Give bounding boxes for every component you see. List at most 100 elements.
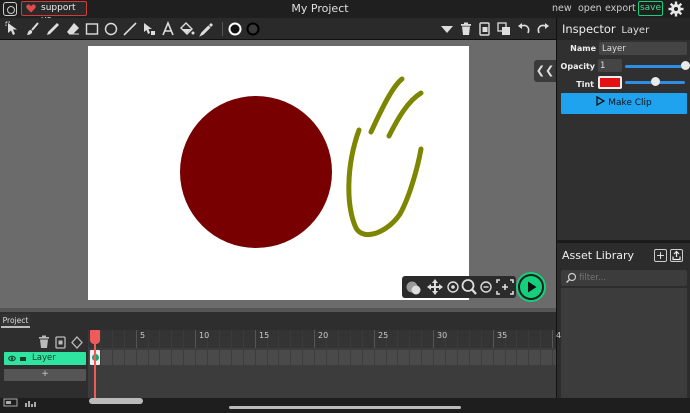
copy-icon[interactable]: [477, 21, 493, 37]
project-title[interactable]: My Project: [250, 2, 390, 15]
frame-cell-divider: [148, 350, 149, 365]
open-button[interactable]: open: [578, 3, 602, 14]
collapse-panel-button[interactable]: ❮❮: [534, 60, 556, 82]
frame-cell-divider: [207, 350, 208, 365]
tab-project[interactable]: Project: [1, 314, 30, 328]
new-button[interactable]: new: [552, 3, 572, 14]
opacity-slider-handle[interactable]: [680, 61, 690, 70]
logo-icon[interactable]: [3, 2, 17, 16]
frame-cell-divider: [552, 330, 553, 348]
toolbar-divider: [222, 22, 223, 36]
frame-cell-divider: [88, 350, 89, 365]
red-circle-shape[interactable]: [180, 96, 332, 248]
center-view-icon[interactable]: [447, 281, 459, 293]
onion-skin-icon[interactable]: [406, 281, 421, 295]
zoom-in-icon[interactable]: [461, 279, 477, 295]
pan-icon[interactable]: [427, 279, 443, 295]
add-layer-button[interactable]: +: [4, 369, 86, 381]
play-button[interactable]: [516, 272, 546, 302]
eye-icon[interactable]: [8, 355, 17, 362]
name-label: Name: [570, 44, 596, 53]
playhead[interactable]: [90, 330, 100, 398]
brush-icon[interactable]: [25, 21, 41, 37]
frame-grid[interactable]: 5 10 15 20 25 30 35 4: [88, 330, 561, 398]
frame-number: 30: [437, 331, 448, 340]
frame-ruler[interactable]: 5 10 15 20 25 30 35 4: [88, 330, 561, 348]
layer-item[interactable]: Layer: [4, 352, 86, 365]
save-button[interactable]: save: [638, 1, 663, 16]
fill-bucket-icon[interactable]: [179, 21, 195, 37]
frame-cell-divider: [124, 350, 125, 365]
frame-cell-divider: [516, 350, 517, 365]
line-icon[interactable]: [122, 21, 138, 37]
frame-cell-divider: [278, 350, 279, 365]
frame-cell-divider: [88, 330, 89, 348]
trash-icon[interactable]: [458, 21, 474, 37]
eraser-icon[interactable]: [65, 21, 81, 37]
import-asset-button[interactable]: [670, 249, 683, 262]
search-icon: [566, 272, 577, 283]
filter-input[interactable]: [579, 272, 679, 284]
tint-label: Tint: [576, 80, 594, 89]
green-stroke-shape[interactable]: [346, 76, 424, 237]
add-asset-button[interactable]: +: [654, 249, 667, 262]
frame-cell-divider: [433, 330, 434, 348]
asset-library-panel: Asset Library +: [556, 240, 690, 398]
name-field[interactable]: [599, 42, 687, 55]
frame-cell-divider: [338, 350, 339, 365]
pathpoint-icon[interactable]: [141, 21, 157, 37]
text-icon[interactable]: [160, 20, 176, 37]
fit-screen-icon[interactable]: [496, 279, 514, 295]
support-us-button[interactable]: support us: [21, 1, 87, 25]
circle-icon[interactable]: [103, 21, 119, 37]
gear-icon[interactable]: [668, 1, 684, 17]
layer-actions: [39, 335, 83, 349]
frame-cell-divider: [481, 350, 482, 365]
frame-cell-divider: [159, 330, 160, 348]
filter-box: [561, 270, 687, 286]
redo-icon[interactable]: [535, 21, 551, 37]
opacity-slider[interactable]: [625, 65, 685, 68]
frame-cell-divider: [481, 330, 482, 348]
send-back-icon[interactable]: [496, 21, 512, 37]
fill-color-swatch[interactable]: [227, 21, 243, 37]
make-clip-label: Make Clip: [608, 98, 652, 108]
playhead-line: [94, 340, 96, 398]
eyedropper-icon[interactable]: [199, 21, 215, 37]
frame-cell-divider: [386, 350, 387, 365]
asset-library-title: Asset Library: [562, 249, 635, 262]
tint-slider-handle[interactable]: [650, 77, 660, 86]
timeline-chart-icon[interactable]: [25, 401, 36, 407]
horizontal-scrollbar[interactable]: [89, 398, 143, 404]
opacity-field[interactable]: [598, 59, 622, 72]
rectangle-icon[interactable]: [84, 21, 100, 37]
home-indicator: [229, 406, 461, 409]
cursor-icon[interactable]: [5, 21, 21, 37]
tint-color-swatch[interactable]: [598, 76, 622, 89]
delete-layer-icon[interactable]: [39, 335, 49, 349]
frame-number: 15: [259, 331, 270, 340]
stage-canvas[interactable]: [88, 46, 469, 300]
zoom-out-icon[interactable]: [480, 281, 492, 293]
frame-cell-divider: [516, 330, 517, 348]
export-button[interactable]: export: [605, 3, 636, 14]
frame-cell-divider: [183, 350, 184, 365]
frame-cell-divider: [493, 350, 494, 365]
frame-cell-divider: [350, 330, 351, 348]
timeline-small-icon[interactable]: [3, 398, 18, 407]
keyframe-diamond-icon[interactable]: [71, 336, 83, 349]
pencil-icon[interactable]: [45, 21, 61, 37]
lock-icon[interactable]: [20, 357, 26, 361]
frame-cell-divider: [219, 350, 220, 365]
frame-cell-divider: [159, 350, 160, 365]
frame-cell-divider: [171, 330, 172, 348]
undo-icon[interactable]: [516, 21, 532, 37]
duplicate-layer-icon[interactable]: [55, 336, 66, 349]
inspector-subtitle: Layer: [621, 25, 650, 36]
frame-number: 25: [378, 331, 389, 340]
frame-cell-divider: [433, 350, 434, 365]
dropdown-arrow-icon[interactable]: [439, 21, 455, 37]
make-clip-button[interactable]: Make Clip: [561, 93, 687, 114]
layer-frame-row[interactable]: [88, 350, 556, 365]
stroke-color-swatch[interactable]: [245, 21, 261, 37]
